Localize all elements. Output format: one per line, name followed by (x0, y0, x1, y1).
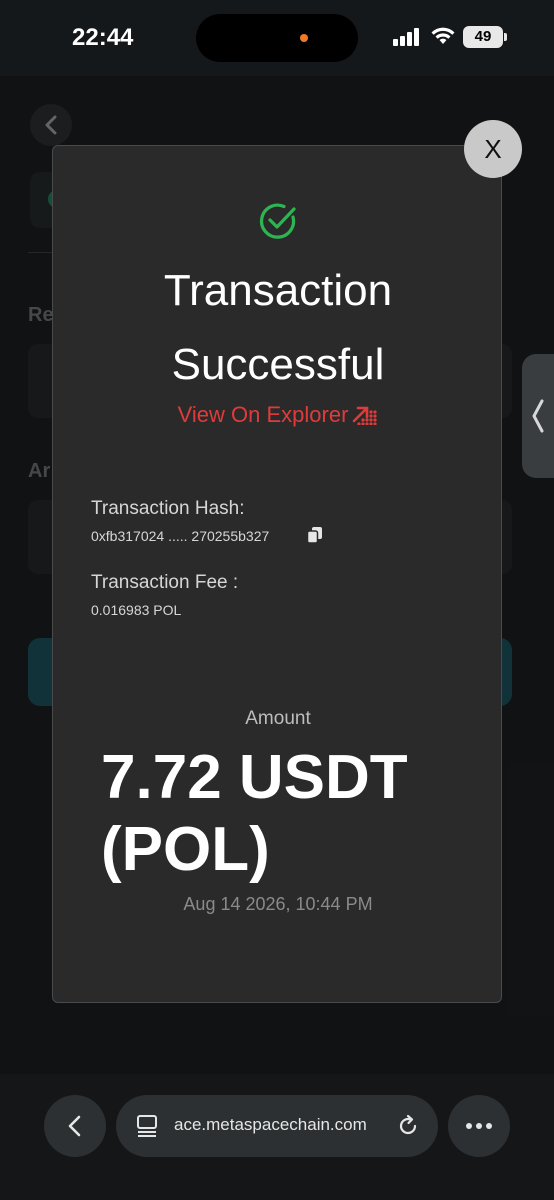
dynamic-island (196, 14, 358, 62)
copy-icon[interactable] (306, 526, 324, 544)
amount-value: 7.72 USDT (POL) (101, 742, 481, 886)
amount-value-line-1: 7.72 USDT (101, 743, 408, 812)
transaction-hash-value: 0xfb317024 ..... 270255b327 (91, 528, 270, 544)
modal-title: Transaction (163, 266, 393, 315)
transaction-hash-label: Transaction Hash: (91, 498, 245, 519)
tabs-icon (137, 1115, 157, 1137)
transaction-date: Aug 14 2026, 10:44 PM (183, 894, 373, 914)
chevron-left-icon (532, 399, 544, 433)
address-bar-url: ace.metaspacechain.com (174, 1115, 367, 1134)
amount-label: Amount (245, 708, 311, 729)
transaction-fee-label: Transaction Fee : (91, 572, 239, 593)
wifi-icon (431, 27, 455, 44)
view-on-explorer-link[interactable]: View On Explorer (53, 402, 503, 428)
browser-more-button[interactable] (448, 1095, 510, 1157)
transaction-fee-value: 0.016983 POL (91, 602, 182, 618)
close-button[interactable]: X (464, 120, 522, 178)
signal-icon (393, 28, 423, 46)
address-bar[interactable]: ace.metaspacechain.com (116, 1095, 438, 1157)
side-drawer-tab[interactable] (522, 354, 554, 478)
chevron-left-icon (68, 1115, 81, 1137)
modal-title-line-2: Successful (171, 340, 385, 389)
transaction-success-modal: Transaction Successful View On Explorer … (52, 145, 502, 1003)
external-link-icon (353, 406, 377, 425)
battery-icon: 49 (463, 26, 507, 48)
ellipsis-icon (466, 1123, 492, 1129)
amount-value-line-2: (POL) (101, 815, 270, 884)
status-bar: 22:44 49 (0, 0, 554, 76)
status-time: 22:44 (72, 24, 134, 51)
reload-icon[interactable] (396, 1114, 420, 1138)
recording-indicator-icon (300, 34, 308, 42)
browser-back-button[interactable] (44, 1095, 106, 1157)
screen: 22:44 49 Re Ar Transaction Successful Vi… (0, 0, 554, 1200)
check-circle-icon (260, 203, 296, 239)
view-on-explorer-label: View On Explorer (177, 402, 349, 427)
